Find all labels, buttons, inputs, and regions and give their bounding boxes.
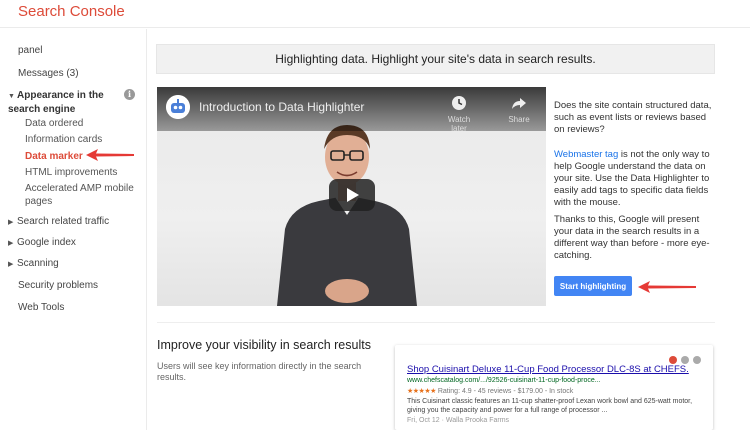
app-title[interactable]: Search Console [18, 3, 125, 20]
clock-icon [452, 96, 466, 110]
sidebar-item-label: Scanning [17, 258, 59, 269]
serp-result-url: www.chefscatalog.com/.../92526-cuisinart… [407, 377, 601, 384]
collapsed-triangle-icon: ▶ [8, 240, 14, 247]
carousel-dot-3[interactable] [693, 356, 701, 364]
sidebar-item-label: Google index [17, 237, 76, 248]
sidebar-item-information-cards[interactable]: Information cards [25, 133, 102, 146]
section-divider [157, 322, 715, 323]
share-label: Share [508, 115, 530, 124]
sidebar-item-panel[interactable]: panel [18, 44, 42, 57]
watch-later-button[interactable]: Watch later [439, 95, 479, 133]
sidebar-item-label: Search related traffic [17, 216, 110, 227]
watch-later-label: Watch later [447, 115, 471, 133]
page-banner: Highlighting data. Highlight your site's… [156, 44, 715, 74]
play-button[interactable] [329, 179, 375, 211]
share-arrow-icon [512, 98, 526, 109]
collapsed-triangle-icon: ▶ [8, 261, 14, 268]
sidebar-item-search-traffic[interactable]: ▶ Search related traffic [8, 215, 109, 229]
sidebar-item-security-problems[interactable]: Security problems [18, 279, 98, 292]
serp-result-snippet: This Cuisinart classic features an 11-cu… [407, 398, 693, 414]
video-player[interactable]: Introduction to Data Highlighter Watch l… [157, 87, 546, 306]
sidebar-item-amp-pages[interactable]: Accelerated AMP mobile pages [25, 182, 135, 208]
serp-result-date: Fri, Oct 12 · Walla Prooka Farms [407, 417, 510, 424]
description-paragraph-1: Does the site contain structured data, s… [554, 100, 712, 135]
description-paragraph-3: Thanks to this, Google will present your… [554, 214, 710, 261]
sidebar-item-scanning[interactable]: ▶ Scanning [8, 257, 59, 271]
description-paragraph-2: Webmaster tag is not the only way to hel… [554, 149, 714, 209]
share-button[interactable]: Share [499, 95, 539, 124]
serp-rating-text: Rating: 4.9 - 45 reviews - $179.00 - In … [435, 388, 574, 395]
start-highlighting-button[interactable]: Start highlighting [554, 276, 632, 296]
video-title[interactable]: Introduction to Data Highlighter [199, 100, 364, 114]
video-header: Introduction to Data Highlighter Watch l… [157, 87, 546, 133]
sidebar-item-web-tools[interactable]: Web Tools [18, 301, 64, 314]
carousel-dot-2[interactable] [681, 356, 689, 364]
sidebar-item-appearance[interactable]: ▼ Appearance in the search engine [8, 89, 120, 116]
sidebar: panel Messages (3) ▼ Appearance in the se… [0, 29, 147, 430]
carousel-dot-1[interactable] [669, 356, 677, 364]
rating-stars-icon: ★★★★★ [407, 388, 436, 395]
expanded-triangle-icon: ▼ [8, 93, 15, 100]
sidebar-item-html-improvements[interactable]: HTML improvements [25, 166, 117, 179]
collapsed-triangle-icon: ▶ [8, 219, 14, 226]
channel-logo[interactable] [166, 95, 190, 119]
serp-result-title[interactable]: Shop Cuisinart Deluxe 11-Cup Food Proces… [407, 364, 689, 375]
serp-example-card: Shop Cuisinart Deluxe 11-Cup Food Proces… [395, 345, 713, 430]
robot-icon [166, 95, 190, 119]
info-icon[interactable]: i [124, 89, 135, 100]
annotation-arrow-icon [638, 281, 696, 293]
annotation-arrow-icon [86, 149, 134, 161]
serp-result-rating: ★★★★★ Rating: 4.9 - 45 reviews - $179.00… [407, 387, 573, 395]
sidebar-item-data-marker[interactable]: Data marker [25, 150, 83, 163]
sidebar-item-label: Appearance in the search engine [8, 90, 104, 115]
webmaster-tag-link[interactable]: Webmaster tag [554, 149, 618, 160]
visibility-section-title: Improve your visibility in search result… [157, 338, 371, 352]
sidebar-item-data-ordered[interactable]: Data ordered [25, 117, 83, 130]
visibility-section-subtitle: Users will see key information directly … [157, 361, 362, 382]
sidebar-item-google-index[interactable]: ▶ Google index [8, 236, 76, 250]
sidebar-item-messages[interactable]: Messages (3) [18, 67, 79, 80]
top-bar: Search Console [0, 0, 750, 28]
